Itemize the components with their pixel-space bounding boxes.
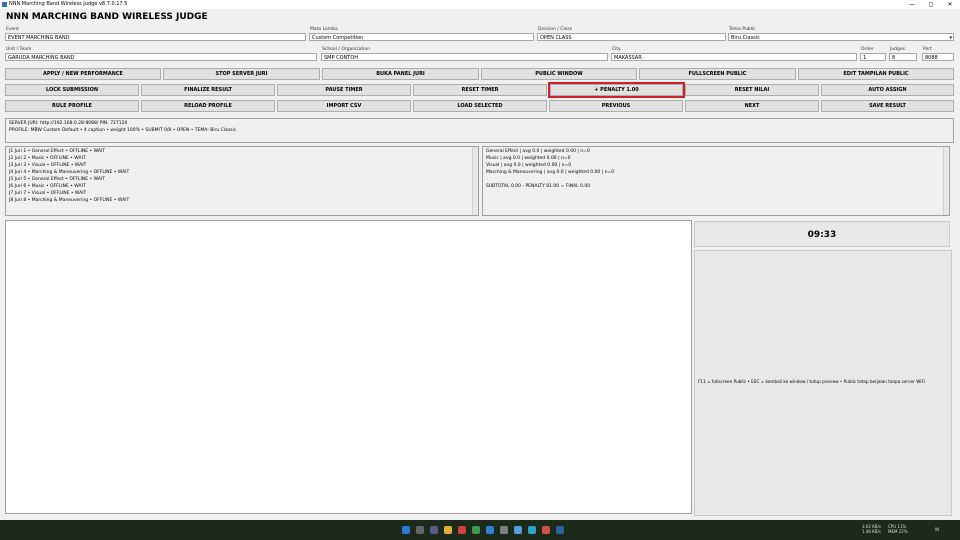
control-side-panel: F11 = fullscreen Public • ESC = kembali … — [694, 250, 952, 516]
search-icon[interactable] — [416, 526, 424, 534]
score-line: General Effect | avg 0.0 | weighted 0.00… — [486, 149, 590, 154]
apply-new-performance-button[interactable]: APPLY / NEW PERFORMANCE — [5, 68, 161, 80]
app-icon-4[interactable] — [500, 526, 508, 534]
fullscreen-public-button[interactable]: FULLSCREEN PUBLIC — [639, 68, 796, 80]
language-indicator[interactable]: IN — [935, 527, 939, 532]
port-label: Port — [923, 47, 932, 52]
division-label: Division / Class — [538, 27, 573, 32]
task-view-icon[interactable] — [430, 526, 438, 534]
chevron-down-icon: ▾ — [949, 35, 952, 41]
reset-timer-button[interactable]: RESET TIMER — [413, 84, 547, 96]
taskbar: 3.62 KB/s 1.46 KB/s CPU 11% MEM 22% IN — [0, 520, 960, 540]
unit-field[interactable]: GARUDA MARCHING BAND — [5, 53, 317, 61]
app-icon-3[interactable] — [486, 526, 494, 534]
list-item[interactable]: J1 Juri 1 • General Effect • OFFLINE • W… — [9, 148, 475, 155]
score-line: Visual | avg 0.0 | weighted 0.00 | n=0 — [486, 163, 572, 168]
public-preview-area[interactable] — [5, 220, 692, 514]
mata-lomba-label: Mata Lomba — [310, 27, 338, 32]
scores-panel: General Effect | avg 0.0 | weighted 0.00… — [482, 146, 950, 216]
import-csv-button[interactable]: IMPORT CSV — [277, 100, 411, 112]
lock-submission-button[interactable]: LOCK SUBMISSION — [5, 84, 139, 96]
profile-info-line: PROFILE: MBW Custom Default • 4 caption … — [9, 128, 237, 133]
public-window-button[interactable]: PUBLIC WINDOW — [481, 68, 637, 80]
close-button[interactable]: ✕ — [941, 0, 959, 9]
reset-nilai-button[interactable]: RESET NILAI — [685, 84, 819, 96]
minimize-button[interactable]: — — [903, 0, 921, 9]
windows-start-icon[interactable] — [402, 526, 410, 534]
timer-display: 09:33 — [694, 221, 950, 247]
school-label: School / Organization — [322, 47, 371, 52]
app-icon — [2, 2, 7, 7]
city-label: City — [612, 47, 621, 52]
tema-dropdown[interactable]: Biru Classic ▾ — [728, 33, 954, 41]
tema-label: Tema Public — [729, 27, 756, 32]
judges-field[interactable]: 8 — [889, 53, 917, 61]
event-field[interactable]: EVENT MARCHING BAND — [5, 33, 306, 41]
school-field[interactable]: SMP CONTOH — [321, 53, 608, 61]
list-item[interactable]: J3 Juri 3 • Visual • OFFLINE • WAIT — [9, 162, 475, 169]
server-info-panel: SERVER JURI: http://192.168.0.28:8088/ P… — [5, 118, 954, 143]
previous-button[interactable]: PREVIOUS — [549, 100, 683, 112]
app-icon-2[interactable] — [472, 526, 480, 534]
city-field[interactable]: MAKASSAR — [611, 53, 857, 61]
app-title: NNN MARCHING BAND WIRELESS JUDGE — [6, 12, 208, 22]
score-summary: SUBTOTAL 0.00 - PENALTY 81.00 = FINAL 0.… — [486, 184, 591, 189]
window-title: NNN Marching Band Wireless Judge v8.7.0.… — [9, 1, 128, 7]
port-field[interactable]: 8088 — [922, 53, 954, 61]
judges-list-scrollbar[interactable] — [472, 147, 478, 215]
tema-dropdown-value: Biru Classic — [731, 35, 760, 41]
memory-usage: MEM 22% — [888, 529, 908, 534]
rule-profile-button[interactable]: RULE PROFILE — [5, 100, 139, 112]
file-explorer-icon[interactable] — [444, 526, 452, 534]
edge-browser-icon[interactable] — [528, 526, 536, 534]
unit-label: Unit / Team — [6, 47, 32, 52]
reload-profile-button[interactable]: RELOAD PROFILE — [141, 100, 275, 112]
order-label: Order — [861, 47, 874, 52]
network-speed-down: 1.46 KB/s — [862, 529, 881, 534]
stop-server-juri-button[interactable]: STOP SERVER JURI — [163, 68, 320, 80]
event-label: Event — [6, 27, 19, 32]
server-info-line: SERVER JURI: http://192.168.0.28:8088/ P… — [9, 121, 128, 126]
score-line: Music | avg 0.0 | weighted 0.00 | n=0 — [486, 156, 571, 161]
list-item[interactable]: J2 Juri 2 • Music • OFFLINE • WAIT — [9, 155, 475, 162]
list-item[interactable]: J7 Juri 7 • Visual • OFFLINE • WAIT — [9, 190, 475, 197]
pause-timer-button[interactable]: PAUSE TIMER — [277, 84, 411, 96]
list-item[interactable]: J5 Juri 5 • General Effect • OFFLINE • W… — [9, 176, 475, 183]
buka-panel-juri-button[interactable]: BUKA PANEL JURI — [322, 68, 479, 80]
scores-scrollbar[interactable] — [943, 147, 949, 215]
app-icon-1[interactable] — [458, 526, 466, 534]
finalize-result-button[interactable]: FINALIZE RESULT — [141, 84, 275, 96]
division-field[interactable]: OPEN CLASS — [537, 33, 726, 41]
edit-tampilan-public-button[interactable]: EDIT TAMPILAN PUBLIC — [798, 68, 954, 80]
window-titlebar: NNN Marching Band Wireless Judge v8.7.0.… — [0, 0, 960, 9]
keyboard-hint: F11 = fullscreen Public • ESC = kembali … — [698, 379, 925, 384]
app-icon-5[interactable] — [514, 526, 522, 534]
system-usage: CPU 11% MEM 22% — [888, 524, 908, 534]
maximize-button[interactable]: ◻ — [922, 0, 940, 9]
list-item[interactable]: J6 Juri 6 • Music • OFFLINE • WAIT — [9, 183, 475, 190]
list-item[interactable]: J8 Juri 8 • Marching & Maneuvering • OFF… — [9, 197, 475, 204]
app-icon-7[interactable] — [556, 526, 564, 534]
app-icon-6[interactable] — [542, 526, 550, 534]
mata-lomba-field[interactable]: Custom Competition — [309, 33, 534, 41]
judges-label: Judges — [890, 47, 906, 52]
load-selected-button[interactable]: LOAD SELECTED — [413, 100, 547, 112]
next-button[interactable]: NEXT — [685, 100, 819, 112]
save-result-button[interactable]: SAVE RESULT — [821, 100, 954, 112]
network-speed: 3.62 KB/s 1.46 KB/s — [862, 524, 881, 534]
score-line: Marching & Maneuvering | avg 0.0 | weigh… — [486, 170, 615, 175]
penalty-button[interactable]: + PENALTY 1.00 — [548, 82, 685, 98]
judges-list[interactable]: J1 Juri 1 • General Effect • OFFLINE • W… — [5, 146, 479, 216]
auto-assign-button[interactable]: AUTO ASSIGN — [821, 84, 954, 96]
order-field[interactable]: 1 — [860, 53, 886, 61]
list-item[interactable]: J4 Juri 4 • Marching & Maneuvering • OFF… — [9, 169, 475, 176]
